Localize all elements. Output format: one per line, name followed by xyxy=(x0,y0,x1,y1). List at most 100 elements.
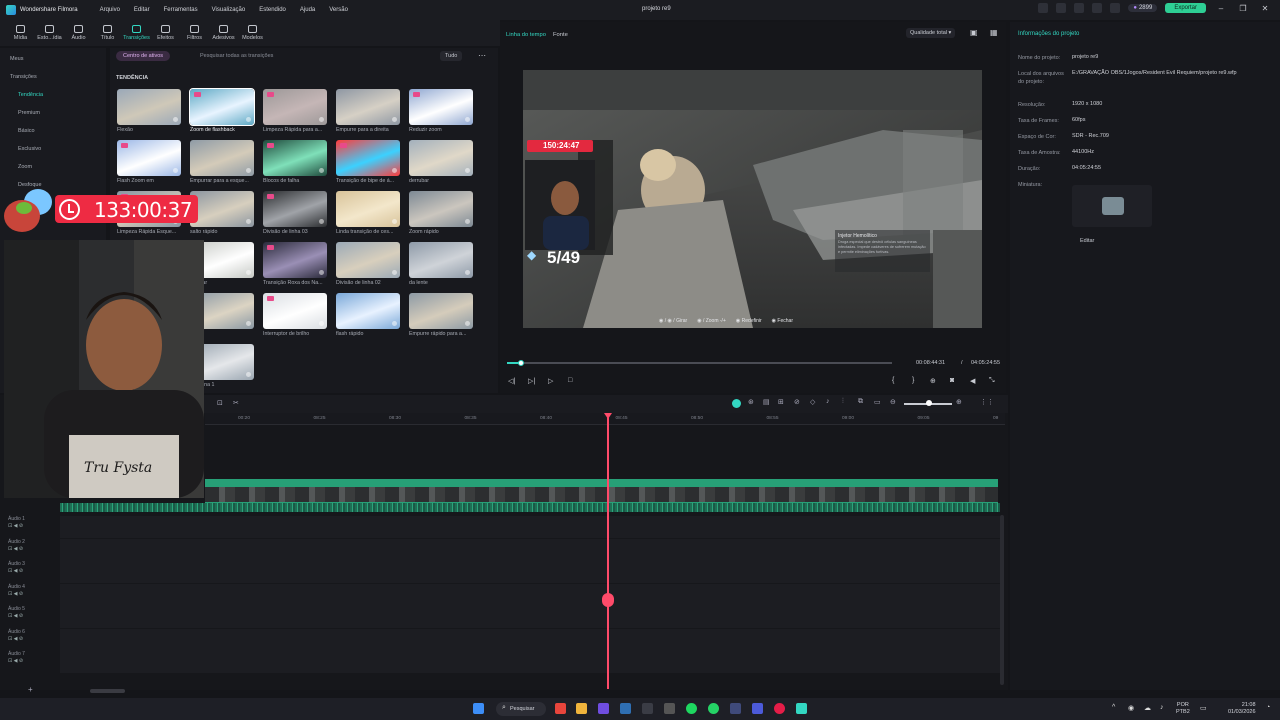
transition-thumbnail[interactable] xyxy=(263,293,327,329)
volume-icon[interactable]: ◀ xyxy=(970,377,975,385)
download-icon[interactable] xyxy=(246,321,251,326)
download-icon[interactable] xyxy=(319,168,324,173)
tool-modelos[interactable]: Modelos xyxy=(238,20,267,46)
playhead-line[interactable] xyxy=(607,414,609,689)
audio-track-controls-icon[interactable]: ⊡ ◀ ⊘ xyxy=(8,546,23,552)
folder-icon[interactable] xyxy=(576,703,587,714)
fullscreen-icon[interactable]: ⤡ xyxy=(989,377,995,385)
download-icon[interactable] xyxy=(392,168,397,173)
transition-thumbnail[interactable] xyxy=(336,191,400,227)
vpn-icon[interactable] xyxy=(730,703,741,714)
tool-filtros[interactable]: Filtros xyxy=(180,20,209,46)
clock[interactable]: 21:08 01/03/2026 xyxy=(1228,702,1256,716)
maximize-icon[interactable]: ❐ xyxy=(1236,4,1250,13)
upload-icon[interactable] xyxy=(1038,3,1049,13)
gift-icon[interactable] xyxy=(1056,3,1067,13)
audio-track-controls-icon[interactable]: ⊡ ◀ ⊘ xyxy=(8,613,23,619)
sidebar-item-meus[interactable]: Meus xyxy=(10,56,23,62)
download-icon[interactable] xyxy=(246,117,251,122)
camera-icon[interactable]: ◙ xyxy=(950,377,954,384)
zoom-in-icon[interactable]: ⊕ xyxy=(956,398,962,406)
ai-toggle-icon[interactable] xyxy=(732,399,741,408)
transition-thumbnail[interactable] xyxy=(263,242,327,278)
prev-frame-icon[interactable]: ◁| xyxy=(508,377,515,385)
download-icon[interactable] xyxy=(465,117,470,122)
more-options-icon[interactable]: ⋯ xyxy=(478,51,486,60)
mic-icon[interactable]: ♪ xyxy=(826,398,830,405)
mark-in-icon[interactable]: { xyxy=(892,377,894,384)
add-track-icon[interactable]: + xyxy=(28,685,33,694)
preview-progress-handle[interactable] xyxy=(517,360,524,366)
asset-center-button[interactable]: Centro de ativos xyxy=(116,51,171,61)
crop-icon[interactable]: ⊡ xyxy=(217,399,223,407)
cloud-icon[interactable] xyxy=(1074,3,1085,13)
sidebar-item-exclusivo[interactable]: Exclusivo xyxy=(18,146,41,152)
download-icon[interactable] xyxy=(246,168,251,173)
transition-thumbnail[interactable] xyxy=(189,88,255,126)
tray-chevron-icon[interactable]: ^ xyxy=(1112,704,1115,711)
sidebar-item-tendencia[interactable]: Tendência xyxy=(18,92,43,98)
menu-ferramentas[interactable]: Ferramentas xyxy=(164,7,198,13)
pip-icon[interactable]: ▭ xyxy=(874,398,881,406)
search-input[interactable]: Pesquisar todas as transições xyxy=(200,53,273,59)
shield-icon[interactable]: ◇ xyxy=(810,398,815,406)
timeline-horizontal-scrollbar[interactable] xyxy=(90,689,125,693)
stop-icon[interactable]: □ xyxy=(568,377,572,384)
menu-editar[interactable]: Editar xyxy=(134,7,150,13)
tool-efeitos[interactable]: Efeitos xyxy=(151,20,180,46)
transition-thumbnail[interactable] xyxy=(263,191,327,227)
download-icon[interactable] xyxy=(173,117,178,122)
render-icon[interactable]: ⊛ xyxy=(748,398,754,406)
timeline-vertical-scrollbar[interactable] xyxy=(1000,515,1004,685)
sidebar-item-basico[interactable]: Básico xyxy=(18,128,35,134)
menu-estendido[interactable]: Estendido xyxy=(259,7,286,13)
sidebar-item-transicoes[interactable]: Transições xyxy=(10,74,37,80)
edit-thumbnail-button[interactable]: Editar xyxy=(1080,238,1094,244)
thumbnail-box[interactable] xyxy=(1072,185,1152,227)
transition-thumbnail[interactable] xyxy=(409,140,473,176)
grid-layout-icon[interactable]: ⋮⋮ xyxy=(980,398,994,406)
mixer-icon[interactable]: ⫶ xyxy=(842,398,844,406)
close-icon[interactable]: ✕ xyxy=(1258,4,1272,13)
monitor-icon[interactable] xyxy=(752,703,763,714)
snapshot-icon[interactable]: ▣ xyxy=(970,28,978,37)
download-icon[interactable] xyxy=(246,270,251,275)
marker-icon[interactable]: ▤ xyxy=(763,398,770,406)
export-button[interactable]: Exportar xyxy=(1165,3,1206,13)
display-icon[interactable]: ▦ xyxy=(990,28,998,37)
tool-stock-midia[interactable]: Esto...ídia xyxy=(35,20,64,46)
transition-thumbnail[interactable] xyxy=(336,140,400,176)
sidebar-item-zoom[interactable]: Zoom xyxy=(18,164,32,170)
playhead-handle-icon[interactable] xyxy=(602,593,614,607)
download-icon[interactable] xyxy=(392,270,397,275)
transition-thumbnail[interactable] xyxy=(409,191,473,227)
discord-icon[interactable] xyxy=(598,703,609,714)
filmora-taskbar-icon[interactable] xyxy=(796,703,807,714)
tool-transicoes[interactable]: Transições xyxy=(122,20,151,46)
transition-thumbnail[interactable] xyxy=(117,89,181,125)
transition-thumbnail[interactable] xyxy=(409,89,473,125)
download-icon[interactable] xyxy=(465,219,470,224)
windows-start-icon[interactable] xyxy=(473,703,484,714)
audio-track-row[interactable] xyxy=(60,583,1000,606)
notifications-icon[interactable]: ◔ xyxy=(1266,704,1270,711)
audio-track-row[interactable] xyxy=(60,516,1000,538)
download-icon[interactable] xyxy=(319,321,324,326)
download-icon[interactable] xyxy=(319,219,324,224)
sidebar-item-premium[interactable]: Premium xyxy=(18,110,40,116)
steam-icon[interactable] xyxy=(620,703,631,714)
transition-thumbnail[interactable] xyxy=(117,140,181,176)
download-icon[interactable] xyxy=(246,372,251,377)
transition-thumbnail[interactable] xyxy=(409,242,473,278)
transition-thumbnail[interactable] xyxy=(263,140,327,176)
spotify-icon[interactable] xyxy=(686,703,697,714)
audio-track-row[interactable] xyxy=(60,561,1000,583)
mark-out-icon[interactable]: } xyxy=(912,377,914,384)
network-icon[interactable]: ▭ xyxy=(1200,704,1207,712)
tab-source[interactable]: Fonte xyxy=(553,32,568,38)
audio-track-row[interactable] xyxy=(60,628,1000,651)
minimize-icon[interactable]: – xyxy=(1214,4,1228,13)
tray-cloud-icon[interactable]: ☁ xyxy=(1144,704,1151,712)
transition-thumbnail[interactable] xyxy=(336,89,400,125)
menu-visualizacao[interactable]: Visualização xyxy=(212,7,246,13)
